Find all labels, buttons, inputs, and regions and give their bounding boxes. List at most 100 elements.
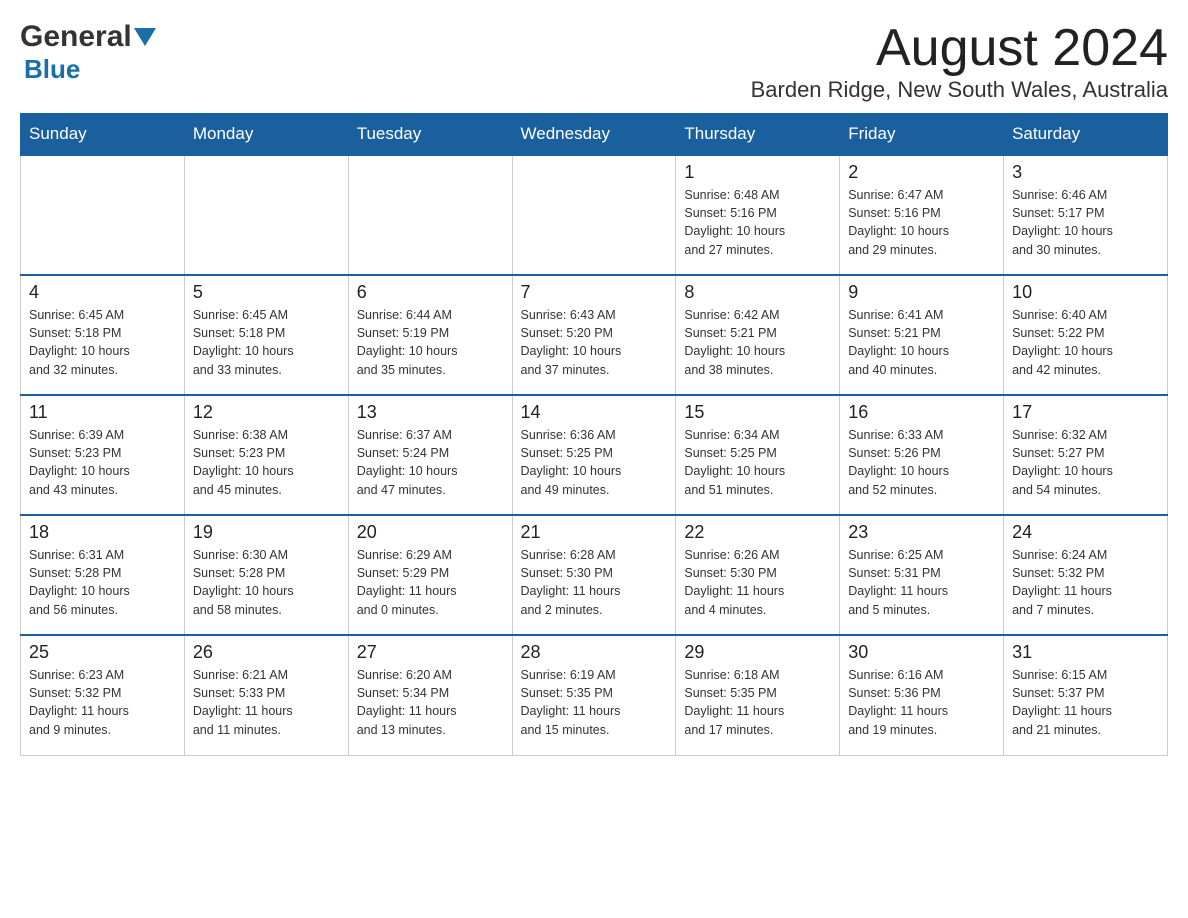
calendar-cell [184,155,348,275]
calendar-cell [512,155,676,275]
calendar-cell: 10Sunrise: 6:40 AM Sunset: 5:22 PM Dayli… [1004,275,1168,395]
logo-general-text: General [20,20,132,54]
calendar-cell: 14Sunrise: 6:36 AM Sunset: 5:25 PM Dayli… [512,395,676,515]
day-number: 26 [193,642,340,663]
calendar-week-row: 1 Sunrise: 6:48 AM Sunset: 5:16 PM Daylig… [21,155,1168,275]
day-info: Sunrise: 6:19 AM Sunset: 5:35 PM Dayligh… [521,666,668,739]
day-number: 31 [1012,642,1159,663]
day-info: Sunrise: 6:48 AM Sunset: 5:16 PM Dayligh… [684,186,831,259]
day-number: 21 [521,522,668,543]
day-number: 7 [521,282,668,303]
calendar-week-row: 25 Sunrise: 6:23 AM Sunset: 5:32 PM Dayli… [21,635,1168,755]
weekday-header-tuesday: Tuesday [348,114,512,156]
calendar-cell: 15 Sunrise: 6:34 AM Sunset: 5:25 PM Dayli… [676,395,840,515]
day-info: Sunrise: 6:23 AM Sunset: 5:32 PM Dayligh… [29,666,176,739]
calendar-cell: 1 Sunrise: 6:48 AM Sunset: 5:16 PM Daylig… [676,155,840,275]
day-number: 4 [29,282,176,303]
day-info: Sunrise: 6:38 AM Sunset: 5:23 PM Dayligh… [193,426,340,499]
day-info: Sunrise: 6:40 AM Sunset: 5:22 PM Dayligh… [1012,306,1159,379]
day-number: 25 [29,642,176,663]
day-number: 17 [1012,402,1159,423]
calendar-cell: 18 Sunrise: 6:31 AM Sunset: 5:28 PM Dayli… [21,515,185,635]
day-info: Sunrise: 6:24 AM Sunset: 5:32 PM Dayligh… [1012,546,1159,619]
calendar-cell: 20 Sunrise: 6:29 AM Sunset: 5:29 PM Dayli… [348,515,512,635]
calendar-cell: 16 Sunrise: 6:33 AM Sunset: 5:26 PM Dayli… [840,395,1004,515]
calendar-week-row: 4 Sunrise: 6:45 AM Sunset: 5:18 PM Daylig… [21,275,1168,395]
day-number: 29 [684,642,831,663]
calendar-cell: 29 Sunrise: 6:18 AM Sunset: 5:35 PM Dayli… [676,635,840,755]
day-info: Sunrise: 6:42 AM Sunset: 5:21 PM Dayligh… [684,306,831,379]
day-info: Sunrise: 6:41 AM Sunset: 5:21 PM Dayligh… [848,306,995,379]
calendar-cell: 7 Sunrise: 6:43 AM Sunset: 5:20 PM Daylig… [512,275,676,395]
day-number: 3 [1012,162,1159,183]
weekday-header-sunday: Sunday [21,114,185,156]
calendar-cell: 9Sunrise: 6:41 AM Sunset: 5:21 PM Daylig… [840,275,1004,395]
day-info: Sunrise: 6:45 AM Sunset: 5:18 PM Dayligh… [193,306,340,379]
day-number: 20 [357,522,504,543]
calendar-cell: 5 Sunrise: 6:45 AM Sunset: 5:18 PM Daylig… [184,275,348,395]
day-info: Sunrise: 6:44 AM Sunset: 5:19 PM Dayligh… [357,306,504,379]
calendar-cell: 21 Sunrise: 6:28 AM Sunset: 5:30 PM Dayli… [512,515,676,635]
calendar-cell: 26Sunrise: 6:21 AM Sunset: 5:33 PM Dayli… [184,635,348,755]
day-info: Sunrise: 6:26 AM Sunset: 5:30 PM Dayligh… [684,546,831,619]
day-info: Sunrise: 6:36 AM Sunset: 5:25 PM Dayligh… [521,426,668,499]
day-info: Sunrise: 6:39 AM Sunset: 5:23 PM Dayligh… [29,426,176,499]
day-number: 12 [193,402,340,423]
day-info: Sunrise: 6:28 AM Sunset: 5:30 PM Dayligh… [521,546,668,619]
day-number: 30 [848,642,995,663]
day-number: 19 [193,522,340,543]
calendar-table: SundayMondayTuesdayWednesdayThursdayFrid… [20,113,1168,756]
calendar-week-row: 11 Sunrise: 6:39 AM Sunset: 5:23 PM Dayli… [21,395,1168,515]
calendar-cell: 3 Sunrise: 6:46 AM Sunset: 5:17 PM Daylig… [1004,155,1168,275]
calendar-cell: 19 Sunrise: 6:30 AM Sunset: 5:28 PM Dayli… [184,515,348,635]
day-info: Sunrise: 6:33 AM Sunset: 5:26 PM Dayligh… [848,426,995,499]
calendar-cell: 11 Sunrise: 6:39 AM Sunset: 5:23 PM Dayli… [21,395,185,515]
calendar-cell [348,155,512,275]
calendar-cell: 30 Sunrise: 6:16 AM Sunset: 5:36 PM Dayli… [840,635,1004,755]
day-info: Sunrise: 6:43 AM Sunset: 5:20 PM Dayligh… [521,306,668,379]
day-number: 27 [357,642,504,663]
calendar-cell: 12 Sunrise: 6:38 AM Sunset: 5:23 PM Dayli… [184,395,348,515]
day-number: 11 [29,402,176,423]
title-section: August 2024 Barden Ridge, New South Wale… [751,20,1168,103]
day-info: Sunrise: 6:20 AM Sunset: 5:34 PM Dayligh… [357,666,504,739]
day-number: 13 [357,402,504,423]
weekday-header-thursday: Thursday [676,114,840,156]
day-number: 18 [29,522,176,543]
day-number: 16 [848,402,995,423]
weekday-header-friday: Friday [840,114,1004,156]
day-number: 2 [848,162,995,183]
calendar-cell: 13 Sunrise: 6:37 AM Sunset: 5:24 PM Dayli… [348,395,512,515]
day-info: Sunrise: 6:30 AM Sunset: 5:28 PM Dayligh… [193,546,340,619]
day-info: Sunrise: 6:31 AM Sunset: 5:28 PM Dayligh… [29,546,176,619]
logo: General Blue [20,20,156,85]
day-number: 5 [193,282,340,303]
day-number: 8 [684,282,831,303]
day-info: Sunrise: 6:16 AM Sunset: 5:36 PM Dayligh… [848,666,995,739]
calendar-cell: 6Sunrise: 6:44 AM Sunset: 5:19 PM Daylig… [348,275,512,395]
day-info: Sunrise: 6:29 AM Sunset: 5:29 PM Dayligh… [357,546,504,619]
day-number: 15 [684,402,831,423]
calendar-cell: 23 Sunrise: 6:25 AM Sunset: 5:31 PM Dayli… [840,515,1004,635]
day-info: Sunrise: 6:34 AM Sunset: 5:25 PM Dayligh… [684,426,831,499]
day-number: 1 [684,162,831,183]
weekday-header-saturday: Saturday [1004,114,1168,156]
day-number: 23 [848,522,995,543]
calendar-cell: 17 Sunrise: 6:32 AM Sunset: 5:27 PM Dayli… [1004,395,1168,515]
day-info: Sunrise: 6:32 AM Sunset: 5:27 PM Dayligh… [1012,426,1159,499]
day-info: Sunrise: 6:25 AM Sunset: 5:31 PM Dayligh… [848,546,995,619]
page-title: August 2024 [751,20,1168,77]
calendar-cell: 31 Sunrise: 6:15 AM Sunset: 5:37 PM Dayli… [1004,635,1168,755]
day-info: Sunrise: 6:37 AM Sunset: 5:24 PM Dayligh… [357,426,504,499]
day-info: Sunrise: 6:46 AM Sunset: 5:17 PM Dayligh… [1012,186,1159,259]
day-number: 22 [684,522,831,543]
calendar-cell: 22 Sunrise: 6:26 AM Sunset: 5:30 PM Dayli… [676,515,840,635]
calendar-cell: 4Sunrise: 6:45 AM Sunset: 5:18 PM Daylig… [21,275,185,395]
day-info: Sunrise: 6:18 AM Sunset: 5:35 PM Dayligh… [684,666,831,739]
calendar-cell: 25 Sunrise: 6:23 AM Sunset: 5:32 PM Dayli… [21,635,185,755]
page-subtitle: Barden Ridge, New South Wales, Australia [751,77,1168,103]
weekday-header-wednesday: Wednesday [512,114,676,156]
calendar-cell: 2Sunrise: 6:47 AM Sunset: 5:16 PM Daylig… [840,155,1004,275]
calendar-cell: 24Sunrise: 6:24 AM Sunset: 5:32 PM Dayli… [1004,515,1168,635]
day-info: Sunrise: 6:15 AM Sunset: 5:37 PM Dayligh… [1012,666,1159,739]
